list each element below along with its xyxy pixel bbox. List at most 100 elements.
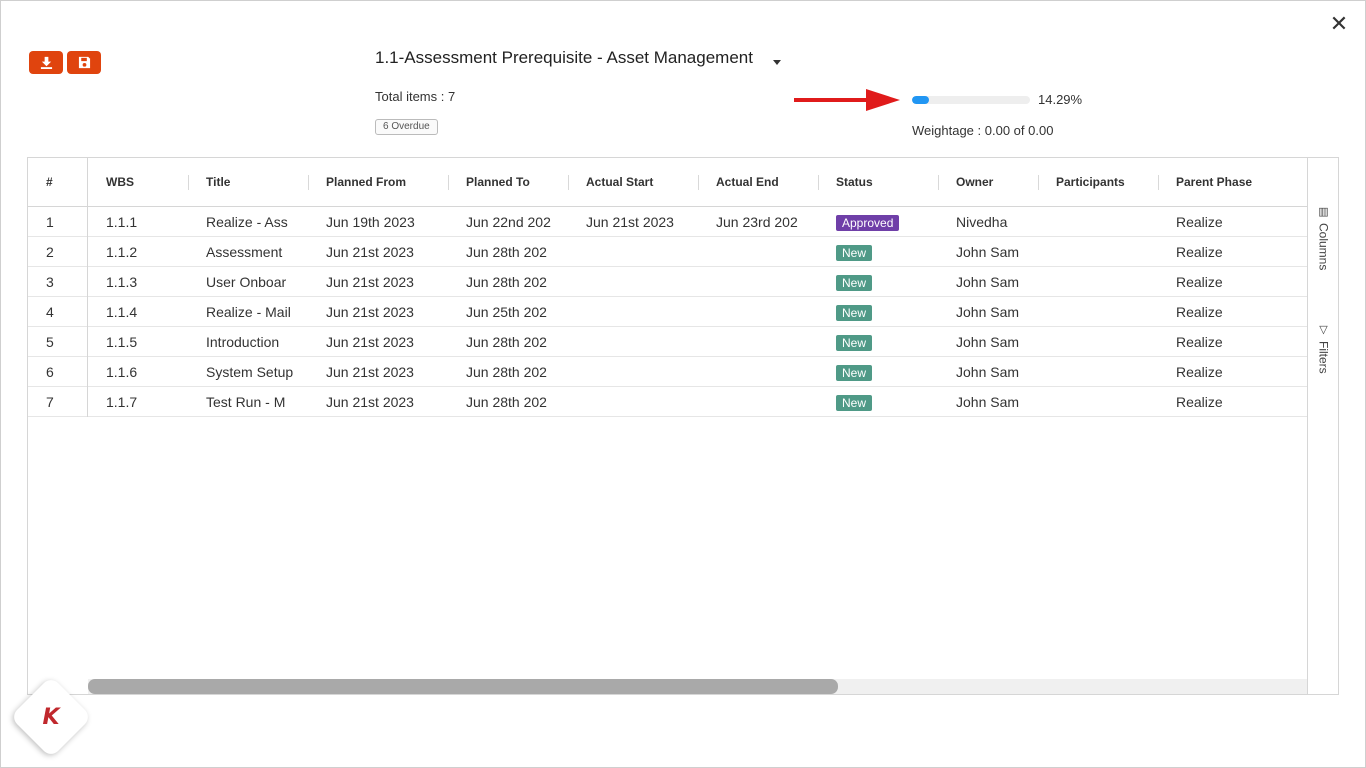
cell-index: 1 (46, 214, 54, 230)
column-resize-handle[interactable] (698, 175, 699, 190)
cell-actual-start (568, 267, 698, 297)
table-row[interactable]: 5 1.1.5 Introduction Jun 21st 2023 Jun 28th … (28, 327, 1307, 357)
grid-header: # WBS Title Planned From Planned To Actual St… (28, 158, 1307, 207)
red-arrow-icon (794, 89, 900, 111)
cell-owner: John Sam (956, 364, 1020, 380)
table-row[interactable]: 1 1.1.1 Realize - Ass Jun 19th 2023 Jun 22nd… (28, 207, 1307, 237)
column-header-planned-from[interactable]: Planned From (308, 158, 448, 207)
table-row[interactable]: 6 1.1.6 System Setup Jun 21st 2023 Jun 28th … (28, 357, 1307, 387)
cell-parent-phase: Realize (1176, 214, 1223, 230)
cell-actual-end: Jun 23rd 202 (716, 214, 798, 230)
cell-participants (1038, 327, 1158, 357)
cell-actual-end (698, 267, 818, 297)
cell-status: New (818, 327, 938, 357)
column-resize-handle[interactable] (1038, 175, 1039, 190)
cell-owner: Nivedha (956, 214, 1008, 230)
column-resize-handle[interactable] (818, 175, 819, 190)
status-badge: New (836, 335, 873, 352)
cell-title: Realize - Mail (206, 304, 291, 320)
cell-actual-end (698, 297, 818, 327)
filters-tab[interactable]: ▽ Filters (1308, 318, 1338, 378)
column-resize-handle[interactable] (188, 175, 189, 190)
cell-title: Test Run - M (206, 394, 286, 410)
table-row[interactable]: 3 1.1.3 User Onboar Jun 21st 2023 Jun 28th 2… (28, 267, 1307, 297)
horizontal-scrollbar-thumb[interactable] (88, 679, 838, 694)
download-button[interactable] (29, 51, 63, 74)
cell-wbs: 1.1.7 (106, 394, 138, 410)
cell-actual-end (698, 387, 818, 417)
cell-status: Approved (818, 207, 938, 237)
column-header-parent-phase[interactable]: Parent Phase (1158, 158, 1307, 207)
cell-planned-from: Jun 21st 2023 (326, 304, 414, 320)
column-resize-handle[interactable] (938, 175, 939, 190)
cell-owner: John Sam (956, 274, 1020, 290)
filter-icon: ▽ (1319, 323, 1328, 336)
total-items: Total items : 7 (375, 89, 456, 104)
column-header-participants[interactable]: Participants (1038, 158, 1158, 207)
pinned-column-divider (87, 158, 88, 417)
column-header-status[interactable]: Status (818, 158, 938, 207)
column-header-actual-end[interactable]: Actual End (698, 158, 818, 207)
cell-parent-phase: Realize (1176, 274, 1223, 290)
cell-actual-start (568, 237, 698, 267)
grid-body: # WBS Title Planned From Planned To Actual St… (28, 158, 1307, 694)
column-header-title[interactable]: Title (188, 158, 308, 207)
cell-participants (1038, 357, 1158, 387)
filters-tab-label: Filters (1316, 340, 1331, 374)
column-header-wbs[interactable]: WBS (88, 158, 188, 207)
cell-status: New (818, 387, 938, 417)
app-logo-letter: K (42, 704, 60, 730)
column-header-owner[interactable]: Owner (938, 158, 1038, 207)
cell-actual-start (568, 327, 698, 357)
cell-parent-phase: Realize (1176, 304, 1223, 320)
table-row[interactable]: 4 1.1.4 Realize - Mail Jun 21st 2023 Jun 25t… (28, 297, 1307, 327)
column-header-index[interactable]: # (28, 158, 88, 207)
column-header-actual-start[interactable]: Actual Start (568, 158, 698, 207)
cell-index: 4 (46, 304, 54, 320)
table-row[interactable]: 7 1.1.7 Test Run - M Jun 21st 2023 Jun 28th … (28, 387, 1307, 417)
save-button[interactable] (67, 51, 101, 74)
table-row[interactable]: 2 1.1.2 Assessment Jun 21st 2023 Jun 28th 20… (28, 237, 1307, 267)
overdue-badge: 6 Overdue (375, 119, 438, 135)
cell-planned-from: Jun 21st 2023 (326, 274, 414, 290)
column-resize-handle[interactable] (308, 175, 309, 190)
cell-planned-to: Jun 25th 202 (466, 304, 547, 320)
cell-participants (1038, 387, 1158, 417)
column-header-planned-to[interactable]: Planned To (448, 158, 568, 207)
column-resize-handle[interactable] (568, 175, 569, 190)
cell-index: 3 (46, 274, 54, 290)
cell-participants (1038, 207, 1158, 237)
cell-owner: John Sam (956, 244, 1020, 260)
horizontal-scrollbar[interactable] (88, 679, 1307, 694)
cell-planned-from: Jun 21st 2023 (326, 394, 414, 410)
column-resize-handle[interactable] (1158, 175, 1159, 190)
cell-participants (1038, 237, 1158, 267)
cell-actual-end (698, 237, 818, 267)
close-icon[interactable]: ✕ (1326, 11, 1352, 37)
status-badge: New (836, 395, 873, 412)
column-resize-handle[interactable] (448, 175, 449, 190)
cell-planned-to: Jun 28th 202 (466, 364, 547, 380)
cell-status: New (818, 297, 938, 327)
cell-parent-phase: Realize (1176, 364, 1223, 380)
cell-planned-from: Jun 21st 2023 (326, 364, 414, 380)
columns-icon: ▥ (1318, 206, 1329, 219)
cell-wbs: 1.1.1 (106, 214, 138, 230)
side-panel: ▥ Columns ▽ Filters (1307, 158, 1338, 694)
cell-wbs: 1.1.5 (106, 334, 138, 350)
cell-planned-to: Jun 28th 202 (466, 394, 547, 410)
progress-bar-fill (912, 96, 929, 104)
cell-owner: John Sam (956, 304, 1020, 320)
cell-title: Introduction (206, 334, 280, 350)
status-badge: New (836, 305, 873, 322)
page-title: 1.1-Assessment Prerequisite - Asset Mana… (375, 48, 753, 67)
cell-participants (1038, 267, 1158, 297)
title-dropdown-caret-icon[interactable] (773, 60, 781, 65)
cell-planned-from: Jun 21st 2023 (326, 244, 414, 260)
columns-tab[interactable]: ▥ Columns (1308, 202, 1338, 274)
cell-actual-start (568, 387, 698, 417)
cell-owner: John Sam (956, 394, 1020, 410)
status-badge: New (836, 245, 873, 262)
cell-title: Assessment (206, 244, 283, 260)
cell-wbs: 1.1.2 (106, 244, 138, 260)
